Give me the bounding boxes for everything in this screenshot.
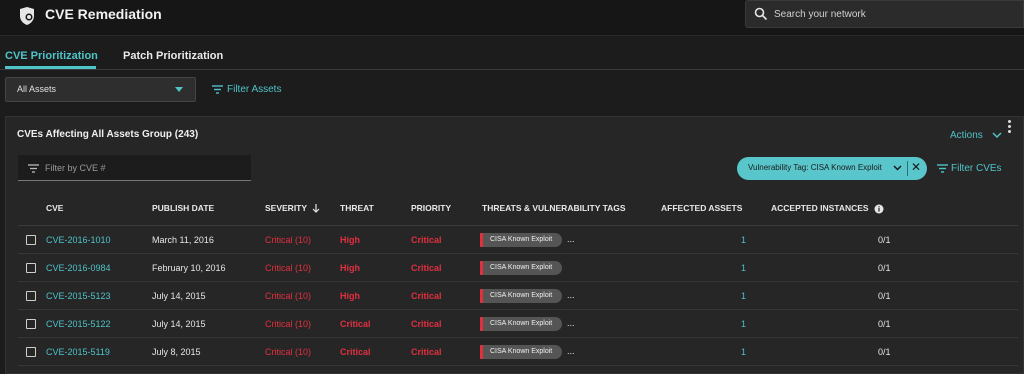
severity-value: Critical (10) xyxy=(265,347,312,357)
tab-patch-prioritization[interactable]: Patch Prioritization xyxy=(123,50,223,62)
threat-value: High xyxy=(340,235,360,245)
tab-bar: CVE Prioritization Patch Prioritization xyxy=(0,44,1024,70)
col-header-tags[interactable]: THREATS & VULNERABILITY TAGS xyxy=(482,203,626,213)
top-bar: CVE Remediation xyxy=(0,0,1024,36)
cisa-tag-badge: CISA Known Exploit xyxy=(480,233,562,247)
table-row[interactable]: CVE-2015-5119 July 8, 2015 Critical (10)… xyxy=(18,338,1018,366)
col-header-affected-assets[interactable]: AFFECTED ASSETS xyxy=(661,203,742,213)
shield-logo-icon xyxy=(20,7,34,25)
cve-id-link[interactable]: CVE-2015-5119 xyxy=(46,347,110,357)
panel-title: CVEs Affecting All Assets Group (243) xyxy=(17,129,199,140)
priority-value: Critical xyxy=(411,291,442,301)
affected-assets-count[interactable]: 1 xyxy=(741,319,746,329)
active-tab-indicator xyxy=(5,66,96,69)
actions-label: Actions xyxy=(950,130,983,141)
filter-assets-button[interactable]: Filter Assets xyxy=(212,84,281,95)
col-header-severity[interactable]: SEVERITY xyxy=(265,203,320,214)
row-checkbox[interactable] xyxy=(26,319,36,329)
cve-id-link[interactable]: CVE-2015-5123 xyxy=(46,291,111,301)
filter-assets-label: Filter Assets xyxy=(227,84,282,95)
sort-down-icon xyxy=(312,204,320,214)
accepted-header-label: ACCEPTED INSTANCES xyxy=(771,203,869,213)
filter-icon xyxy=(28,164,39,173)
asset-group-value: All Assets xyxy=(17,84,57,94)
actions-menu-button[interactable]: Actions xyxy=(950,130,1002,141)
cve-filter-field[interactable] xyxy=(18,155,251,181)
affected-assets-count[interactable]: 1 xyxy=(741,235,746,245)
col-header-cve[interactable]: CVE xyxy=(46,203,63,213)
row-checkbox[interactable] xyxy=(26,263,36,273)
kebab-menu-icon[interactable] xyxy=(1008,120,1012,134)
priority-value: Critical xyxy=(411,319,442,329)
threat-value: High xyxy=(340,263,360,273)
more-tags[interactable]: ... xyxy=(567,290,575,300)
filter-cves-label: Filter CVEs xyxy=(951,163,1002,174)
cisa-tag-badge: CISA Known Exploit xyxy=(480,317,562,331)
search-box[interactable] xyxy=(745,0,1024,28)
tab-cve-prioritization[interactable]: CVE Prioritization xyxy=(5,50,98,62)
severity-value: Critical (10) xyxy=(265,235,312,245)
more-tags[interactable]: ... xyxy=(567,346,575,356)
close-icon[interactable]: ✕ xyxy=(911,160,921,174)
priority-value: Critical xyxy=(411,347,442,357)
filter-icon xyxy=(212,85,223,94)
accepted-instances: 0/1 xyxy=(878,263,891,273)
table-row[interactable]: CVE-2016-1010 March 11, 2016 Critical (1… xyxy=(18,226,1018,254)
vulnerability-tag-chip[interactable]: Vulnerability Tag: CISA Known Exploit ✕ xyxy=(737,157,927,180)
chevron-down-icon[interactable] xyxy=(893,164,902,172)
cve-panel: CVEs Affecting All Assets Group (243) Ac… xyxy=(5,116,1024,374)
threat-value: Critical xyxy=(340,319,371,329)
chip-divider xyxy=(907,161,908,176)
cisa-tag-badge: CISA Known Exploit xyxy=(480,289,562,303)
filter-cves-button[interactable]: Filter CVEs xyxy=(937,163,1002,174)
publish-date: July 14, 2015 xyxy=(152,291,206,301)
severity-value: Critical (10) xyxy=(265,319,312,329)
col-header-publish-date[interactable]: PUBLISH DATE xyxy=(152,203,214,213)
cve-id-link[interactable]: CVE-2015-5122 xyxy=(46,319,111,329)
more-tags[interactable]: ... xyxy=(567,234,575,244)
accepted-instances: 0/1 xyxy=(878,291,891,301)
asset-group-select[interactable]: All Assets xyxy=(5,77,196,102)
row-checkbox[interactable] xyxy=(26,291,36,301)
filter-icon xyxy=(937,164,948,173)
col-header-priority[interactable]: PRIORITY xyxy=(411,203,451,213)
affected-assets-count[interactable]: 1 xyxy=(741,291,746,301)
chevron-down-icon xyxy=(992,132,1002,139)
table-row[interactable]: CVE-2015-5123 July 14, 2015 Critical (10… xyxy=(18,282,1018,310)
priority-value: Critical xyxy=(411,263,442,273)
cve-filter-input[interactable] xyxy=(45,161,245,175)
chip-label: Vulnerability Tag: CISA Known Exploit xyxy=(748,163,882,172)
col-header-threat[interactable]: THREAT xyxy=(340,203,374,213)
info-icon[interactable] xyxy=(874,204,884,214)
search-icon xyxy=(754,7,768,21)
publish-date: March 11, 2016 xyxy=(152,235,214,245)
severity-header-label: SEVERITY xyxy=(265,203,307,213)
row-checkbox[interactable] xyxy=(26,235,36,245)
table-row[interactable]: CVE-2016-0984 February 10, 2016 Critical… xyxy=(18,254,1018,282)
priority-value: Critical xyxy=(411,235,442,245)
publish-date: February 10, 2016 xyxy=(152,263,226,273)
threat-value: High xyxy=(340,291,360,301)
accepted-instances: 0/1 xyxy=(878,347,891,357)
col-header-accepted-instances[interactable]: ACCEPTED INSTANCES xyxy=(771,203,884,214)
cisa-tag-badge: CISA Known Exploit xyxy=(480,261,562,275)
accepted-instances: 0/1 xyxy=(878,319,891,329)
publish-date: July 8, 2015 xyxy=(152,347,201,357)
affected-assets-count[interactable]: 1 xyxy=(741,347,746,357)
app-title: CVE Remediation xyxy=(45,6,162,22)
row-checkbox[interactable] xyxy=(26,347,36,357)
publish-date: July 14, 2015 xyxy=(152,319,206,329)
cve-id-link[interactable]: CVE-2016-0984 xyxy=(46,263,111,273)
cve-id-link[interactable]: CVE-2016-1010 xyxy=(46,235,111,245)
severity-value: Critical (10) xyxy=(265,263,312,273)
search-input[interactable] xyxy=(774,5,1014,23)
table-row[interactable]: CVE-2015-5122 July 14, 2015 Critical (10… xyxy=(18,310,1018,338)
severity-value: Critical (10) xyxy=(265,291,312,301)
accepted-instances: 0/1 xyxy=(878,235,891,245)
cisa-tag-badge: CISA Known Exploit xyxy=(480,345,562,359)
more-tags[interactable]: ... xyxy=(567,318,575,328)
affected-assets-count[interactable]: 1 xyxy=(741,263,746,273)
threat-value: Critical xyxy=(340,347,371,357)
dropdown-caret-icon xyxy=(175,87,183,92)
